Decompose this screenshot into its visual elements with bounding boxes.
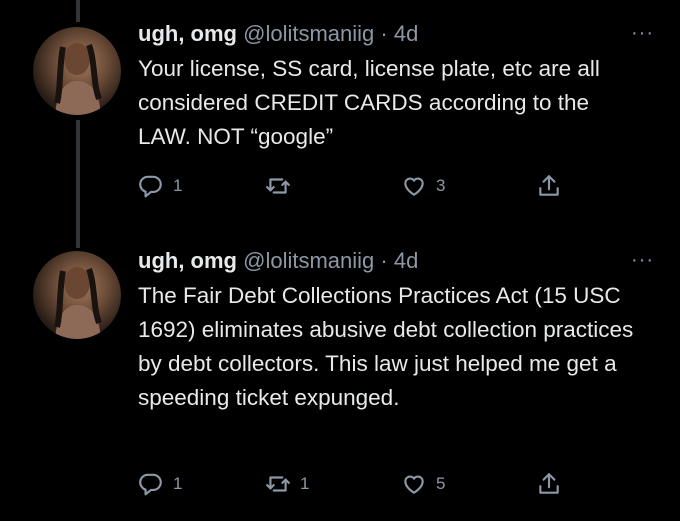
like-count: 3 — [436, 176, 446, 195]
handle[interactable]: @lolitsmaniig — [243, 248, 374, 273]
like-icon — [404, 177, 424, 196]
like-count: 5 — [436, 474, 446, 493]
tweet-header: ugh, omg @lolitsmaniig · 4d — [138, 20, 640, 48]
more-options-button[interactable]: ··· — [631, 22, 654, 45]
avatar-image — [54, 267, 102, 339]
tweet-text: Your license, SS card, license plate, et… — [138, 56, 600, 149]
display-name[interactable]: ugh, omg — [138, 248, 237, 273]
timestamp[interactable]: 4d — [394, 21, 418, 46]
timestamp[interactable]: 4d — [394, 248, 418, 273]
share-icon — [539, 175, 559, 196]
tweet-actions: 1 3 — [138, 173, 578, 203]
retweet-button[interactable]: 1 — [265, 471, 309, 497]
like-button[interactable]: 3 — [401, 173, 445, 199]
share-button[interactable] — [536, 471, 562, 497]
share-icon — [539, 473, 559, 494]
tweet-text: The Fair Debt Collections Practices Act … — [138, 283, 634, 410]
separator: · — [380, 248, 388, 273]
tweet-actions: 1 1 5 — [138, 471, 578, 501]
reply-icon — [139, 473, 162, 496]
separator: · — [380, 21, 388, 46]
reply-count: 1 — [173, 474, 183, 493]
retweet-button[interactable] — [265, 173, 300, 199]
avatar[interactable] — [33, 27, 121, 115]
tweet[interactable]: ugh, omg @lolitsmaniig · 4d The Fair Deb… — [0, 230, 680, 521]
reply-button[interactable]: 1 — [138, 173, 182, 199]
reply-button[interactable]: 1 — [138, 471, 182, 497]
reply-count: 1 — [173, 176, 183, 195]
like-icon — [404, 475, 424, 494]
share-button[interactable] — [536, 173, 562, 199]
avatar-image — [54, 43, 102, 115]
tweet[interactable]: ugh, omg @lolitsmaniig · 4d Your license… — [0, 0, 680, 230]
retweet-icon — [266, 476, 290, 492]
display-name[interactable]: ugh, omg — [138, 21, 237, 46]
avatar[interactable] — [33, 251, 121, 339]
tweet-header: ugh, omg @lolitsmaniig · 4d — [138, 247, 640, 275]
retweet-icon — [266, 178, 290, 194]
reply-icon — [139, 175, 162, 198]
handle[interactable]: @lolitsmaniig — [243, 21, 374, 46]
retweet-count: 1 — [300, 474, 310, 493]
more-options-button[interactable]: ··· — [631, 249, 654, 272]
like-button[interactable]: 5 — [401, 471, 445, 497]
